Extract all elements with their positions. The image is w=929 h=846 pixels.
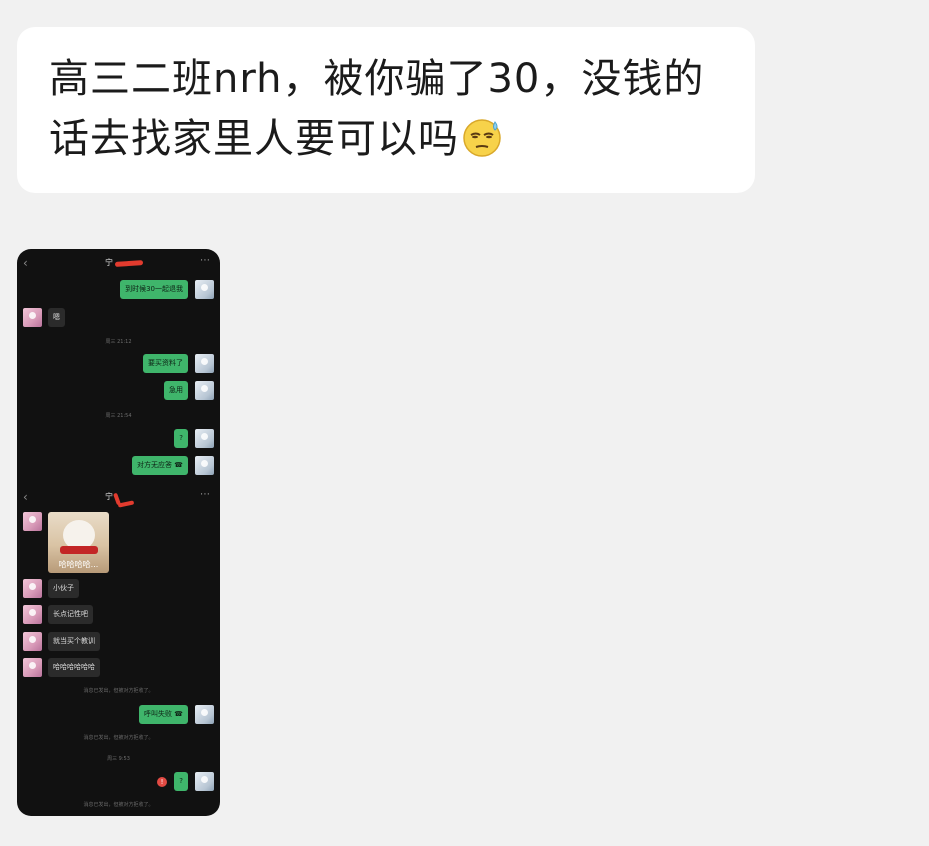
chat-header: ‹ 宁 ⋯ [17, 253, 220, 275]
message-bubble[interactable]: 就当买个教训 [48, 632, 100, 651]
my-avatar[interactable] [195, 381, 214, 400]
message-bubble[interactable]: 哈哈哈哈哈哈 [48, 658, 100, 677]
contact-avatar[interactable] [23, 605, 42, 624]
post-text: 高三二班nrh，被你骗了30，没钱的话去找家里人要可以吗 [49, 49, 729, 169]
system-notice: 消息已发出，但被对方拒收了。 [83, 688, 154, 694]
chevron-left-icon[interactable]: ‹ [23, 255, 28, 271]
my-avatar[interactable] [195, 772, 214, 791]
contact-avatar[interactable] [23, 632, 42, 651]
message-bubble[interactable]: 到时候30一起退我 [120, 280, 188, 299]
my-avatar[interactable] [195, 354, 214, 373]
my-avatar[interactable] [195, 429, 214, 448]
more-dots-icon[interactable]: ⋯ [200, 489, 211, 501]
redaction-mark [114, 260, 144, 267]
call-bubble[interactable]: 对方无应答 ☎ [132, 456, 188, 475]
timestamp: 周三 21:54 [105, 413, 132, 419]
contact-avatar[interactable] [23, 308, 42, 327]
post-card: 高三二班nrh，被你骗了30，没钱的话去找家里人要可以吗 [17, 27, 755, 193]
send-error-icon[interactable]: ! [157, 777, 167, 787]
message-bubble[interactable]: ? [174, 429, 188, 448]
sweat-smile-emoji [463, 119, 501, 157]
message-bubble[interactable]: ? [174, 772, 188, 791]
sticker-caption: 哈哈哈哈... [58, 560, 99, 569]
message-bubble[interactable]: 急用 [164, 381, 188, 400]
sticker-image[interactable]: 哈哈哈哈... [48, 512, 109, 573]
timestamp: 周三 9:53 [107, 756, 130, 762]
chat-header: ‹ 宁 ⋯ [17, 487, 220, 509]
my-avatar[interactable] [195, 705, 214, 724]
contact-name: 宁 [105, 492, 113, 501]
chat-screenshot: ‹ 宁 ⋯ 到时候30一起退我 嗯 周三 21:12 要买资料了 急用 周三 2… [17, 249, 220, 816]
more-dots-icon[interactable]: ⋯ [200, 255, 211, 267]
message-bubble[interactable]: 长点记性吧 [48, 605, 93, 624]
post-text-content: 高三二班nrh，被你骗了30，没钱的话去找家里人要可以吗 [49, 56, 705, 162]
scarf [60, 546, 98, 554]
contact-avatar[interactable] [23, 512, 42, 531]
timestamp: 周三 21:12 [105, 339, 132, 345]
my-avatar[interactable] [195, 280, 214, 299]
message-bubble[interactable]: 嗯 [48, 308, 65, 327]
contact-name: 宁 [105, 258, 113, 267]
my-avatar[interactable] [195, 456, 214, 475]
system-notice: 消息已发出，但被对方拒收了。 [83, 735, 154, 741]
message-bubble[interactable]: 要买资料了 [143, 354, 188, 373]
contact-avatar[interactable] [23, 658, 42, 677]
system-notice: 消息已发出，但被对方拒收了。 [83, 802, 154, 808]
contact-avatar[interactable] [23, 579, 42, 598]
message-bubble[interactable]: 小伙子 [48, 579, 79, 598]
call-bubble[interactable]: 呼叫失败 ☎ [139, 705, 188, 724]
chevron-left-icon[interactable]: ‹ [23, 489, 28, 505]
